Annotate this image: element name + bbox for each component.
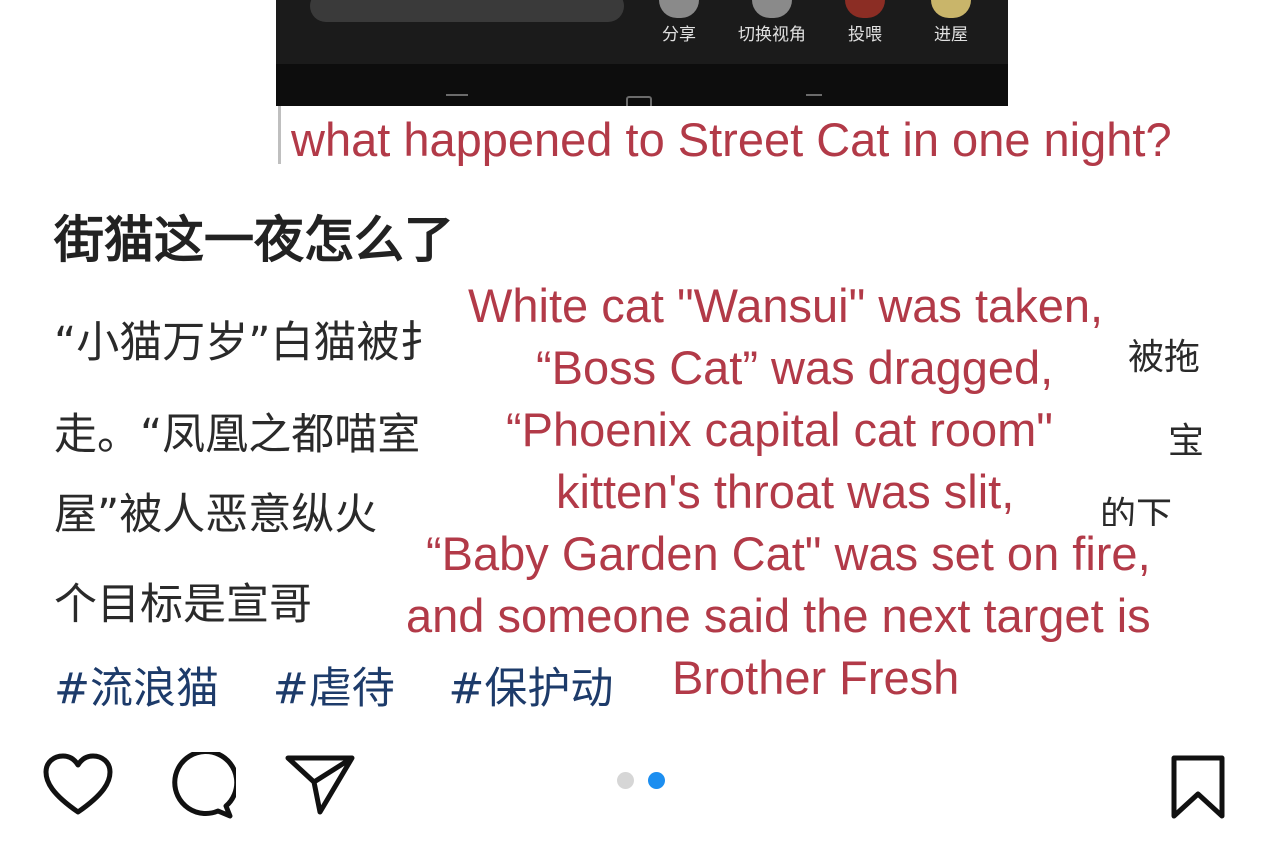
hashtag-stray-cat[interactable]: #流浪猫 (54, 664, 219, 714)
menu-nav-icon (446, 94, 468, 104)
post-line-4: 个目标是宣哥 (54, 580, 312, 630)
post-fragment-1: 被拖 (1128, 337, 1201, 378)
share-action-label: 分享 (662, 25, 696, 45)
caption-text: what happened to Street Cat in one night… (291, 113, 1172, 166)
heart-icon[interactable] (42, 752, 114, 822)
bookmark-icon[interactable] (1168, 754, 1228, 826)
enter-room-label: 进屋 (934, 25, 968, 45)
post-fragment-2: 宝 (1168, 421, 1205, 462)
switch-view-label: 切换视角 (738, 25, 806, 45)
comment-icon[interactable] (164, 749, 240, 824)
translation-caption: what happened to Street Cat in one night… (278, 106, 1281, 166)
post-line-2: 走。“凤凰之都喵室 (54, 410, 421, 460)
translation-line-5: “Baby Garden Cat" was set on fire, (420, 526, 1157, 582)
hashtag-abuse[interactable]: #虐待 (273, 664, 395, 714)
translation-line-6: and someone said the next target is (400, 588, 1157, 644)
translation-line-7: Brother Fresh (666, 650, 966, 706)
enter-room-action: 进屋 (926, 0, 976, 45)
live-action-bar: 分享 切换视角 投喂 进屋 (654, 0, 984, 60)
translation-line-2: “Boss Cat” was dragged, (530, 340, 1060, 396)
share-action: 分享 (654, 0, 704, 45)
send-icon[interactable] (284, 752, 356, 822)
back-nav-icon (806, 94, 822, 104)
feed-action: 投喂 (840, 0, 890, 45)
feed-action-icon (845, 0, 885, 18)
translation-line-3: “Phoenix capital cat room" (500, 402, 1059, 458)
carousel-dot-1 (617, 772, 634, 789)
hashtag-protect-animals[interactable]: #保护动 (448, 664, 613, 714)
carousel-dot-2 (648, 772, 665, 789)
switch-view-icon (752, 0, 792, 18)
phone-nav-bar (276, 64, 1008, 110)
enter-room-icon (931, 0, 971, 18)
post-line-1: “小猫万岁”白猫被扌 (54, 318, 443, 368)
share-action-icon (659, 0, 699, 18)
carousel-indicator (617, 772, 679, 793)
post-title: 街猫这一夜怎么了 (54, 211, 454, 269)
comment-input-pill (310, 0, 624, 22)
feed-action-label: 投喂 (848, 25, 882, 45)
embedded-phone-screenshot: 分享 切换视角 投喂 进屋 (276, 0, 1008, 110)
post-line-3: 屋”被人恶意纵火 (54, 490, 378, 540)
hashtag-row: #流浪猫 #虐待 #保护动 (54, 654, 653, 716)
translation-line-1: White cat "Wansui" was taken, (462, 278, 1110, 334)
translation-line-4: kitten's throat was slit, (550, 464, 1021, 520)
switch-view-action: 切换视角 (730, 0, 814, 45)
